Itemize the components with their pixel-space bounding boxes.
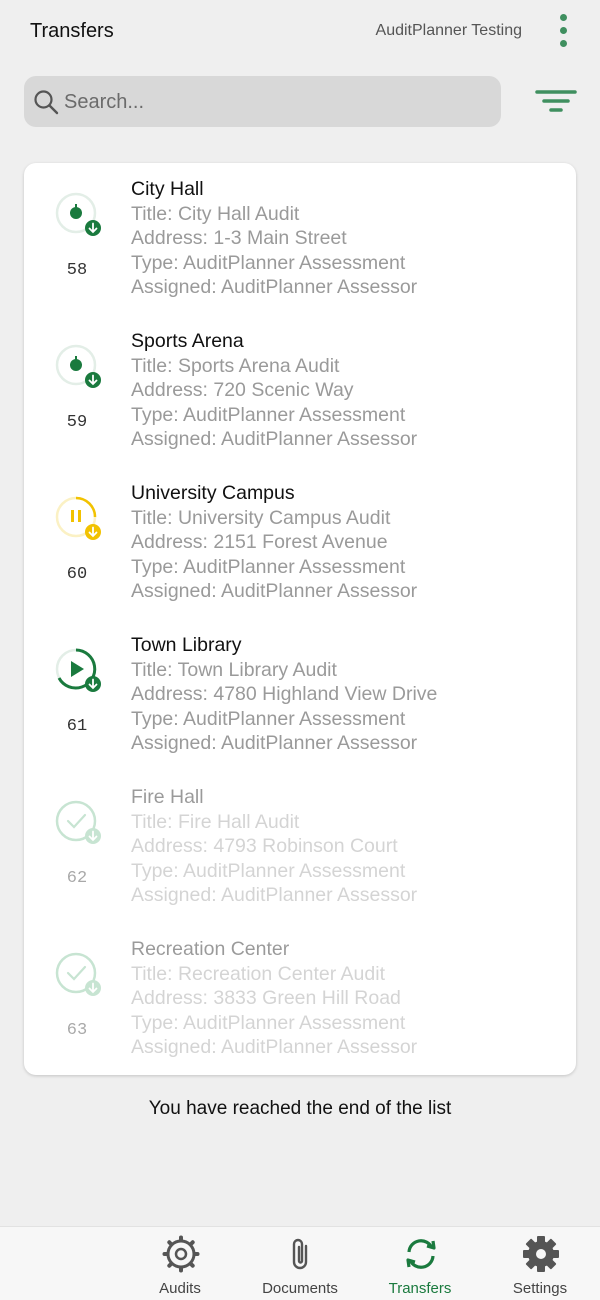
transfer-name: Town Library — [131, 634, 242, 656]
transfer-name: Fire Hall — [131, 786, 204, 808]
search-bar[interactable] — [24, 76, 501, 127]
transfer-type: Type: AuditPlanner Assessment — [131, 555, 406, 578]
account-name: AuditPlanner Testing — [375, 22, 522, 39]
completed-status-icon — [55, 952, 101, 996]
transfer-item-59[interactable]: 59 Sports Arena Title: Sports Arena Audi… — [24, 315, 576, 467]
transfer-assigned: Assigned: AuditPlanner Assessor — [131, 1036, 418, 1059]
transfer-type: Type: AuditPlanner Assessment — [131, 859, 406, 882]
paused-status-icon — [55, 496, 101, 540]
transfer-name: City Hall — [131, 178, 204, 200]
transfer-address: Address: 2151 Forest Avenue — [131, 531, 388, 554]
transfer-item-58[interactable]: 58 City Hall Title: City Hall Audit Addr… — [24, 163, 576, 315]
transfer-assigned: Assigned: AuditPlanner Assessor — [131, 580, 418, 603]
transfer-number: 63 — [66, 1021, 88, 1040]
app-header: Transfers AuditPlanner Testing — [0, 0, 600, 64]
transfer-address: Address: 1-3 Main Street — [131, 227, 347, 250]
nav-label: Audits — [159, 1280, 201, 1297]
transfer-number: 60 — [66, 565, 88, 584]
transfer-type: Type: AuditPlanner Assessment — [131, 1011, 406, 1034]
transfer-item-61[interactable]: 61 Town Library Title: Town Library Audi… — [24, 619, 576, 771]
transfer-title: Title: Fire Hall Audit — [131, 810, 300, 833]
transfers-list: 58 City Hall Title: City Hall Audit Addr… — [24, 163, 576, 1075]
transfer-assigned: Assigned: AuditPlanner Assessor — [131, 428, 418, 451]
in-progress-status-icon — [55, 648, 101, 692]
filter-icon[interactable] — [534, 86, 578, 118]
search-input[interactable] — [62, 85, 486, 119]
queued-status-icon — [55, 192, 101, 236]
bottom-navigation: Audits Documents Transfers Settings — [0, 1226, 600, 1300]
transfer-item-62[interactable]: 62 Fire Hall Title: Fire Hall Audit Addr… — [24, 771, 576, 923]
transfer-address: Address: 720 Scenic Way — [131, 379, 354, 402]
transfer-name: University Campus — [131, 482, 295, 504]
more-vert-icon[interactable] — [556, 14, 572, 52]
transfer-address: Address: 3833 Green Hill Road — [131, 987, 401, 1010]
end-of-list-message: You have reached the end of the list — [148, 1098, 452, 1119]
transfer-item-63[interactable]: 63 Recreation Center Title: Recreation C… — [24, 923, 576, 1075]
audits-gear-icon — [162, 1235, 200, 1273]
transfer-address: Address: 4793 Robinson Court — [131, 835, 398, 858]
search-icon — [34, 90, 59, 115]
transfer-number: 61 — [66, 717, 88, 736]
transfer-type: Type: AuditPlanner Assessment — [131, 251, 406, 274]
transfer-number: 58 — [66, 261, 88, 280]
transfer-title: Title: University Campus Audit — [131, 506, 391, 529]
settings-icon — [523, 1236, 559, 1272]
transfer-item-60[interactable]: 60 University Campus Title: University C… — [24, 467, 576, 619]
transfer-assigned: Assigned: AuditPlanner Assessor — [131, 276, 418, 299]
transfer-name: Sports Arena — [131, 330, 244, 352]
nav-label: Settings — [512, 1280, 568, 1297]
transfer-address: Address: 4780 Highland View Drive — [131, 683, 438, 706]
nav-label: Transfers — [388, 1280, 452, 1297]
nav-tab-settings[interactable]: Settings — [480, 1227, 600, 1300]
transfer-number: 62 — [66, 869, 88, 888]
transfer-type: Type: AuditPlanner Assessment — [131, 707, 406, 730]
transfer-title: Title: Recreation Center Audit — [131, 962, 385, 985]
transfer-title: Title: Sports Arena Audit — [131, 354, 340, 377]
transfer-title: Title: Town Library Audit — [131, 658, 337, 681]
nav-label: Documents — [262, 1280, 338, 1297]
transfer-type: Type: AuditPlanner Assessment — [131, 403, 406, 426]
transfer-assigned: Assigned: AuditPlanner Assessor — [131, 732, 418, 755]
nav-tab-documents[interactable]: Documents — [240, 1227, 360, 1300]
transfer-number: 59 — [66, 413, 88, 432]
transfer-title: Title: City Hall Audit — [131, 202, 300, 225]
nav-tab-audits[interactable]: Audits — [120, 1227, 240, 1300]
transfer-name: Recreation Center — [131, 938, 290, 960]
nav-tab-transfers[interactable]: Transfers — [360, 1227, 480, 1300]
queued-status-icon — [55, 344, 101, 388]
paperclip-icon — [292, 1238, 308, 1270]
completed-status-icon — [55, 800, 101, 844]
transfer-assigned: Assigned: AuditPlanner Assessor — [131, 884, 418, 907]
page-title: Transfers — [30, 20, 114, 42]
sync-icon — [406, 1239, 436, 1269]
